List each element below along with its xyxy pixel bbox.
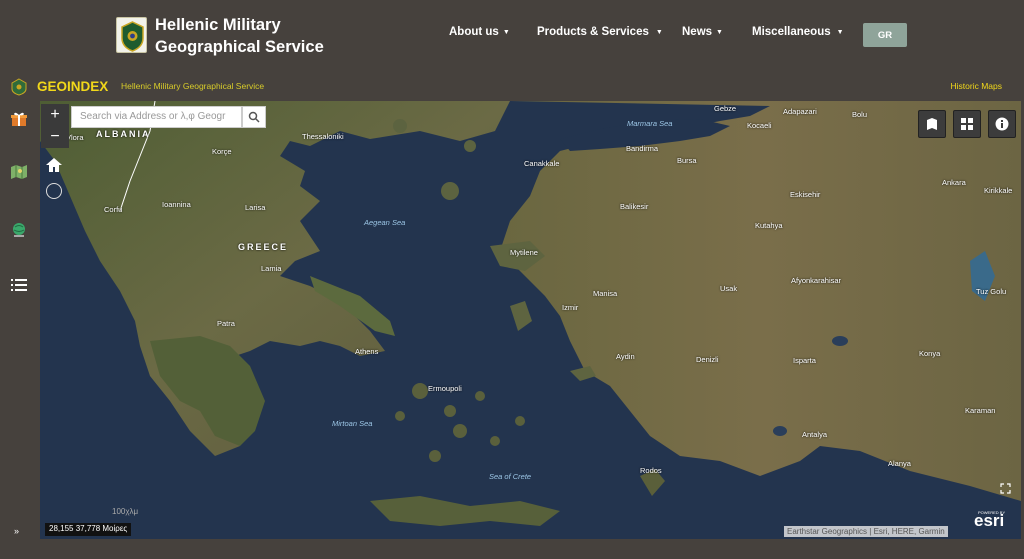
globe-icon[interactable] bbox=[10, 221, 28, 239]
map-label-bursa: Bursa bbox=[677, 156, 697, 165]
caret-down-icon: ▼ bbox=[502, 28, 510, 36]
map-label-mirtoan-sea: Mirtoan Sea bbox=[332, 419, 373, 428]
map-label-tuz-golu: Tuz Golu bbox=[976, 287, 1007, 296]
nav-products-services[interactable]: Products & Services ▼ bbox=[537, 26, 663, 38]
nav-about-us[interactable]: About us ▼ bbox=[449, 26, 510, 38]
map-label-kocaeli: Kocaeli bbox=[747, 121, 772, 130]
search-input[interactable]: Search via Address or λ,φ Geogr bbox=[71, 106, 242, 128]
geoindex-subtitle: Hellenic Military Geographical Service bbox=[121, 81, 265, 91]
caret-down-icon: ▼ bbox=[655, 28, 663, 36]
map-label-lamia: Lamia bbox=[261, 264, 282, 273]
map-layers-icon[interactable] bbox=[10, 163, 28, 181]
map-label-ankara: Ankara bbox=[942, 178, 966, 187]
geoindex-icon bbox=[10, 78, 28, 96]
map-label-gebze: Gebze bbox=[714, 104, 737, 113]
map-label-usak: Usak bbox=[720, 284, 738, 293]
esri-logo[interactable]: esri bbox=[974, 511, 1004, 531]
map-label-patra: Patra bbox=[217, 319, 235, 328]
nav-news-label: News bbox=[682, 26, 713, 38]
map-label-corfu: Corfu bbox=[104, 205, 123, 214]
map-label-bandirma: Bandirma bbox=[626, 144, 659, 153]
map-label-bolu: Bolu bbox=[852, 110, 868, 119]
map-label-ermoupoli: Ermoupoli bbox=[428, 384, 462, 393]
map-label-isparta: Isparta bbox=[793, 356, 816, 365]
geoindex-title[interactable]: GEOINDEX bbox=[37, 79, 108, 94]
map-label-marmara-sea: Marmara Sea bbox=[627, 119, 673, 128]
map-label-konya: Konya bbox=[919, 349, 941, 358]
caret-down-icon: ▼ bbox=[716, 28, 723, 36]
zoom-control: + − bbox=[41, 104, 69, 148]
map-label-karaman: Karaman bbox=[965, 406, 996, 415]
map-label-athens: Athens bbox=[355, 347, 379, 356]
hmgs-logo[interactable] bbox=[116, 17, 147, 53]
map-label-adapazari: Adapazari bbox=[783, 107, 817, 116]
site-title-line2: Geographical Service bbox=[155, 38, 324, 56]
historic-maps-link[interactable]: Historic Maps bbox=[951, 81, 1002, 91]
map-label-greece: GREECE bbox=[238, 242, 289, 252]
map-attribution[interactable]: Earthstar Geographics | Esri, HERE, Garm… bbox=[784, 526, 948, 537]
zoom-out-button[interactable]: − bbox=[41, 126, 69, 148]
map-label-rodos: Rodos bbox=[640, 466, 662, 475]
zoom-in-button[interactable]: + bbox=[41, 104, 69, 126]
map-label-kirikkale: Kirikkale bbox=[984, 186, 1013, 195]
map-label-kutahya: Kutahya bbox=[755, 221, 783, 230]
map-label-afyonkarahisar: Afyonkarahisar bbox=[791, 276, 842, 285]
site-title[interactable]: Hellenic Military Geographical Service bbox=[155, 14, 355, 58]
nav-news[interactable]: News ▼ bbox=[682, 26, 723, 38]
map-label-thessaloniki: Thessaloniki bbox=[302, 132, 344, 141]
map-label-izmir: Izmir bbox=[562, 303, 579, 312]
expand-sidebar-button[interactable]: » bbox=[14, 526, 19, 536]
scale-bar-label: 100χλμ bbox=[112, 507, 139, 516]
info-icon[interactable] bbox=[988, 110, 1016, 138]
map-label-korce: Korçe bbox=[212, 147, 232, 156]
map-label-larisa: Larisa bbox=[245, 203, 266, 212]
site-title-line1: Hellenic Military bbox=[155, 16, 281, 34]
basemap-gallery-icon[interactable] bbox=[953, 110, 981, 138]
map-label-denizli: Denizli bbox=[696, 355, 719, 364]
language-button[interactable]: GR bbox=[863, 23, 907, 47]
nav-misc-label: Miscellaneous bbox=[752, 26, 831, 38]
map-label-canakkale: Canakkale bbox=[524, 159, 560, 168]
map-label-balikesir: Balikesir bbox=[620, 202, 649, 211]
map-label-sea-of-crete: Sea of Crete bbox=[489, 472, 532, 481]
map-view[interactable]: ALBANIA GREECE Vlora Korçe Thessaloniki … bbox=[40, 101, 1021, 539]
map-label-alanya: Alanya bbox=[888, 459, 911, 468]
coordinates-readout: 28,155 37,778 Μοίρες bbox=[45, 523, 132, 536]
nav-products-label: Products & Services bbox=[537, 26, 649, 38]
gift-box-icon[interactable] bbox=[10, 110, 28, 128]
map-label-eskisehir: Eskisehir bbox=[790, 190, 821, 199]
fullscreen-icon[interactable] bbox=[1000, 483, 1011, 497]
caret-down-icon: ▼ bbox=[836, 28, 844, 36]
map-label-aydin: Aydin bbox=[616, 352, 635, 361]
map-label-antalya: Antalya bbox=[802, 430, 828, 439]
map-label-albania: ALBANIA bbox=[96, 129, 151, 139]
nav-about-us-label: About us bbox=[449, 26, 499, 38]
home-icon[interactable] bbox=[45, 156, 63, 179]
search-icon[interactable] bbox=[242, 106, 266, 128]
map-label-aegean-sea: Aegean Sea bbox=[364, 218, 406, 227]
map-label-mytilene: Mytilene bbox=[510, 248, 538, 257]
locate-icon[interactable] bbox=[46, 183, 62, 199]
nav-miscellaneous[interactable]: Miscellaneous ▼ bbox=[752, 26, 844, 38]
list-icon[interactable] bbox=[10, 276, 28, 294]
map-label-manisa: Manisa bbox=[593, 289, 618, 298]
map-bookmark-icon[interactable] bbox=[918, 110, 946, 138]
map-label-ioannina: Ioannina bbox=[162, 200, 191, 209]
